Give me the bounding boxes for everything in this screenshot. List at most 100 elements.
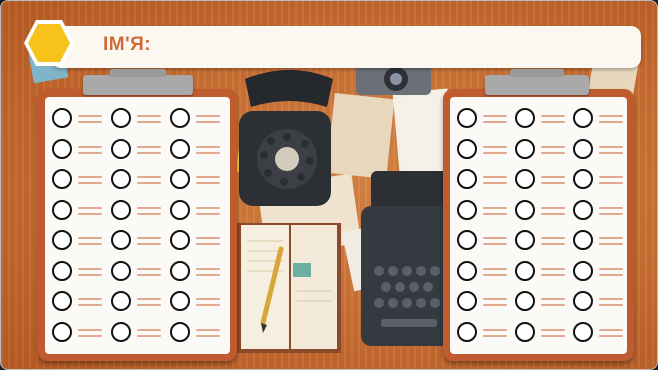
double-line-icon	[599, 243, 623, 245]
double-line-icon	[137, 212, 161, 215]
circle-checkbox-icon[interactable]	[111, 199, 131, 220]
circle-checkbox-icon[interactable]	[170, 169, 190, 189]
double-line-icon	[483, 212, 507, 215]
circle-checkbox-icon[interactable]	[573, 321, 593, 342]
double-line-icon	[196, 328, 220, 331]
circle-checkbox-icon[interactable]	[457, 169, 477, 189]
circle-checkbox-icon[interactable]	[170, 260, 190, 281]
circle-checkbox-icon[interactable]	[573, 291, 593, 311]
circle-checkbox-icon[interactable]	[573, 138, 593, 159]
circle-checkbox-icon[interactable]	[457, 321, 477, 342]
circle-checkbox-icon[interactable]	[111, 260, 131, 281]
circle-checkbox-icon[interactable]	[170, 321, 190, 342]
circle-checkbox-icon[interactable]	[52, 321, 72, 342]
double-line-icon	[137, 273, 161, 276]
circle-checkbox-icon[interactable]	[573, 260, 593, 281]
circle-checkbox-icon[interactable]	[515, 260, 535, 281]
circle-checkbox-icon[interactable]	[111, 230, 131, 250]
circle-checkbox-icon[interactable]	[515, 291, 535, 311]
circle-checkbox-icon[interactable]	[573, 230, 593, 250]
double-line-icon	[541, 145, 565, 148]
checkbox-cell	[457, 169, 517, 189]
circle-checkbox-icon[interactable]	[170, 199, 190, 220]
circle-checkbox-icon[interactable]	[170, 291, 190, 311]
circle-checkbox-icon[interactable]	[457, 291, 477, 311]
double-line-icon	[599, 334, 623, 337]
circle-checkbox-icon[interactable]	[111, 291, 131, 311]
double-line-icon	[599, 182, 623, 184]
checkbox-cell	[573, 138, 633, 159]
checkbox-cell	[111, 108, 171, 128]
circle-checkbox-icon[interactable]	[515, 321, 535, 342]
double-line-icon	[483, 273, 507, 276]
double-line-icon	[599, 237, 623, 239]
clipboard-paper	[450, 97, 627, 354]
double-line-icon	[78, 145, 102, 148]
double-line-icon	[541, 304, 565, 306]
circle-checkbox-icon[interactable]	[515, 138, 535, 159]
double-line-icon	[78, 237, 102, 239]
double-line-icon	[78, 328, 102, 331]
clipboard-left	[38, 75, 237, 361]
circle-checkbox-icon[interactable]	[457, 199, 477, 220]
checkbox-cell	[52, 199, 112, 220]
checkbox-cell	[111, 260, 171, 281]
double-line-icon	[541, 206, 565, 209]
circle-checkbox-icon[interactable]	[170, 230, 190, 250]
double-line-icon	[137, 328, 161, 331]
circle-checkbox-icon[interactable]	[170, 108, 190, 128]
circle-checkbox-icon[interactable]	[52, 291, 72, 311]
double-line-icon	[483, 237, 507, 239]
circle-checkbox-icon[interactable]	[457, 108, 477, 128]
circle-checkbox-icon[interactable]	[573, 169, 593, 189]
circle-checkbox-icon[interactable]	[111, 321, 131, 342]
double-line-icon	[599, 115, 623, 117]
double-line-icon	[599, 212, 623, 215]
checkbox-cell	[52, 108, 112, 128]
circle-checkbox-icon[interactable]	[457, 260, 477, 281]
circle-checkbox-icon[interactable]	[111, 169, 131, 189]
double-line-icon	[483, 328, 507, 331]
double-line-icon	[137, 334, 161, 337]
double-line-icon	[78, 243, 102, 245]
double-line-icon	[483, 182, 507, 184]
double-line-icon	[541, 298, 565, 300]
checkbox-cell	[515, 230, 575, 250]
circle-checkbox-icon[interactable]	[52, 138, 72, 159]
circle-checkbox-icon[interactable]	[573, 108, 593, 128]
checkbox-cell	[515, 321, 575, 342]
circle-checkbox-icon[interactable]	[52, 230, 72, 250]
circle-checkbox-icon[interactable]	[457, 138, 477, 159]
checkbox-cell	[573, 230, 633, 250]
circle-checkbox-icon[interactable]	[52, 199, 72, 220]
circle-checkbox-icon[interactable]	[515, 199, 535, 220]
double-line-icon	[78, 298, 102, 300]
checkbox-cell	[515, 199, 575, 220]
circle-checkbox-icon[interactable]	[52, 260, 72, 281]
circle-checkbox-icon[interactable]	[111, 138, 131, 159]
clipboard-paper	[45, 97, 230, 354]
double-line-icon	[599, 206, 623, 209]
checkbox-cell	[457, 108, 517, 128]
circle-checkbox-icon[interactable]	[52, 169, 72, 189]
circle-checkbox-icon[interactable]	[52, 108, 72, 128]
circle-checkbox-icon[interactable]	[573, 199, 593, 220]
circle-checkbox-icon[interactable]	[515, 169, 535, 189]
circle-checkbox-icon[interactable]	[170, 138, 190, 159]
circle-checkbox-icon[interactable]	[515, 108, 535, 128]
double-line-icon	[483, 151, 507, 154]
double-line-icon	[483, 121, 507, 123]
double-line-icon	[137, 121, 161, 123]
checkbox-cell	[457, 291, 517, 311]
checkbox-cell	[111, 169, 171, 189]
double-line-icon	[137, 206, 161, 209]
double-line-icon	[483, 304, 507, 306]
circle-checkbox-icon[interactable]	[515, 230, 535, 250]
circle-checkbox-icon[interactable]	[457, 230, 477, 250]
game-sheet: ІМ'Я:	[0, 0, 658, 370]
double-line-icon	[541, 121, 565, 123]
double-line-icon	[137, 151, 161, 154]
circle-checkbox-icon[interactable]	[111, 108, 131, 128]
double-line-icon	[137, 182, 161, 184]
double-line-icon	[483, 243, 507, 245]
